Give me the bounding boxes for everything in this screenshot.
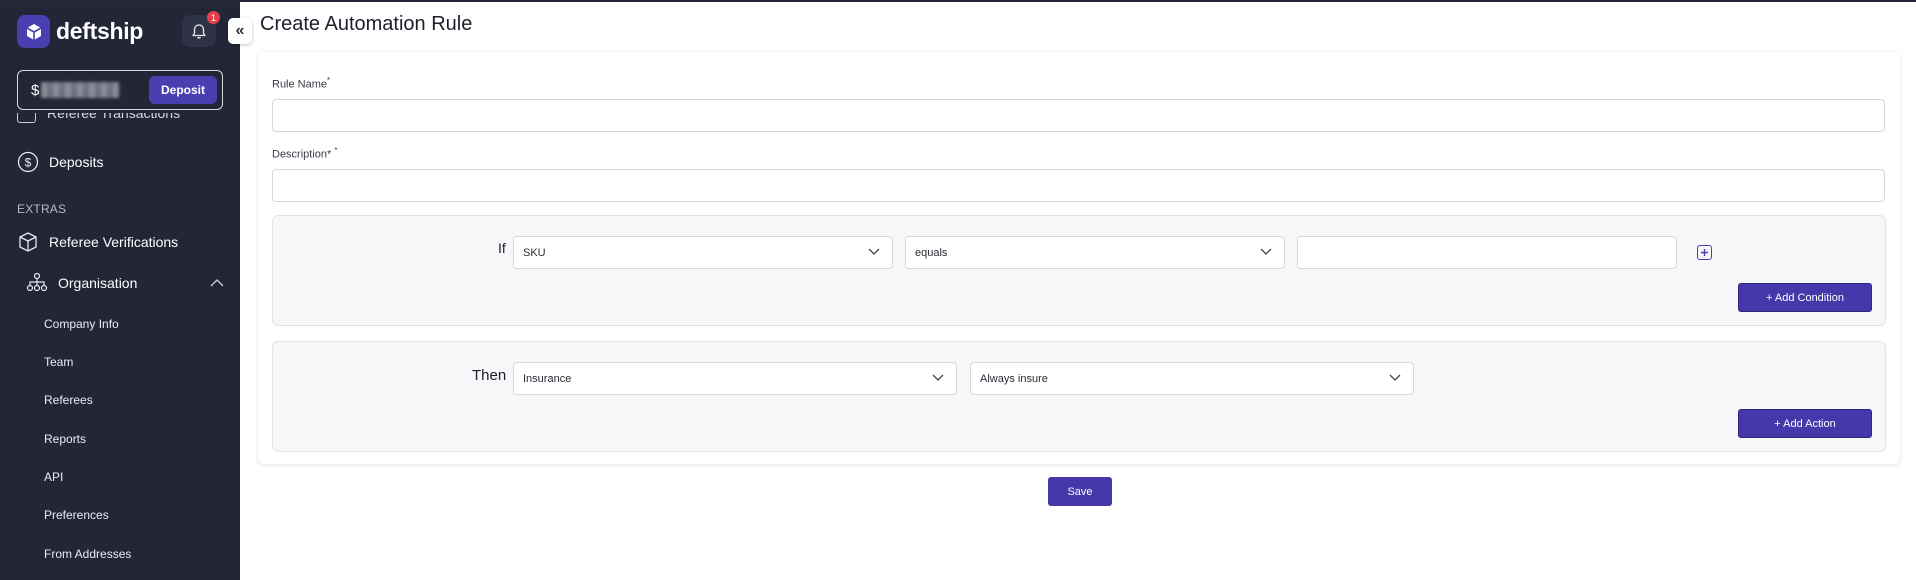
chevron-down-icon [932, 374, 944, 381]
sidebar-subitem-preferences[interactable]: Preferences [44, 508, 109, 522]
sidebar-item-label: Referee Verifications [49, 234, 179, 250]
rule-name-input[interactable] [272, 99, 1885, 132]
sidebar-item-label: Deposits [49, 154, 104, 170]
automation-rule-card: Rule Name* Description* * If SKU equals … [258, 52, 1900, 464]
conditions-panel: If SKU equals + Add Condition [272, 215, 1886, 326]
description-label-text: Description* [272, 148, 332, 161]
chevron-down-icon [1389, 374, 1401, 381]
required-marker: * [327, 76, 331, 85]
description-input[interactable] [272, 169, 1885, 202]
chevron-down-icon [868, 248, 880, 255]
add-condition-row-button[interactable] [1697, 245, 1712, 260]
sidebar-subitem-reports[interactable]: Reports [44, 432, 86, 446]
save-button[interactable]: Save [1048, 477, 1112, 506]
sidebar-subitem-company-info[interactable]: Company Info [44, 317, 119, 331]
page-title: Create Automation Rule [260, 13, 473, 35]
condition-field-value: SKU [523, 246, 546, 259]
condition-field-select[interactable]: SKU [513, 236, 893, 269]
sidebar-item-label: Organisation [58, 275, 138, 291]
double-chevron-left-icon: « [235, 22, 245, 39]
condition-operator-select[interactable]: equals [905, 236, 1285, 269]
notification-badge: 1 [207, 11, 220, 24]
sidebar-item-deposits[interactable]: $ Deposits [17, 151, 103, 173]
notifications-button[interactable]: 1 [182, 11, 220, 47]
org-chart-icon [26, 272, 48, 294]
collapse-sidebar-button[interactable]: « [228, 18, 252, 44]
chevron-up-icon [210, 279, 224, 287]
action-value-value: Always insure [980, 372, 1048, 385]
sidebar-item-label: Referee Transactions [47, 113, 181, 121]
rule-name-label: Rule Name* [272, 76, 330, 91]
condition-operator-value: equals [915, 246, 948, 259]
plus-icon [1701, 249, 1708, 256]
transactions-icon [17, 113, 36, 123]
condition-value-input[interactable] [1297, 236, 1677, 269]
sidebar-subitem-api[interactable]: API [44, 470, 63, 484]
rule-name-label-text: Rule Name [272, 78, 328, 91]
brand-name: deftship [56, 18, 144, 44]
sidebar-subitem-team[interactable]: Team [44, 355, 73, 369]
action-type-select[interactable]: Insurance [513, 362, 957, 395]
then-label: Then [472, 367, 507, 384]
bell-icon [192, 23, 206, 39]
top-border [0, 0, 1916, 2]
balance-amount-redacted [41, 82, 120, 98]
sidebar-item-referee-verifications[interactable]: Referee Verifications [17, 231, 178, 253]
balance-box: $ Deposit [17, 70, 223, 110]
section-label-extras: EXTRAS [17, 202, 67, 216]
action-type-value: Insurance [523, 372, 572, 385]
sidebar-item-organisation[interactable]: Organisation [26, 272, 224, 294]
deposit-button[interactable]: Deposit [148, 76, 217, 104]
svg-text:$: $ [25, 156, 32, 170]
sidebar-subitem-referees[interactable]: Referees [44, 393, 93, 407]
sidebar-subitem-from-addresses[interactable]: From Addresses [44, 547, 131, 561]
required-marker: * [334, 146, 338, 155]
if-label: If [498, 240, 506, 256]
actions-panel: Then Insurance Always insure + Add Actio… [272, 341, 1886, 452]
main-content: Create Automation Rule Rule Name* Descri… [240, 0, 1916, 580]
brand[interactable]: deftship [17, 15, 143, 48]
cube-check-icon [17, 231, 39, 253]
action-value-select[interactable]: Always insure [970, 362, 1414, 395]
sidebar: deftship 1 $ Deposit Referee Transaction… [0, 0, 240, 580]
add-action-button[interactable]: + Add Action [1738, 409, 1872, 438]
description-label: Description* * [272, 146, 338, 161]
add-condition-button[interactable]: + Add Condition [1738, 283, 1872, 312]
box-icon [17, 15, 50, 48]
dollar-circle-icon: $ [17, 151, 39, 173]
currency-symbol: $ [31, 81, 40, 99]
chevron-down-icon [1260, 248, 1272, 255]
sidebar-item-referee-transactions[interactable]: Referee Transactions [17, 113, 217, 127]
